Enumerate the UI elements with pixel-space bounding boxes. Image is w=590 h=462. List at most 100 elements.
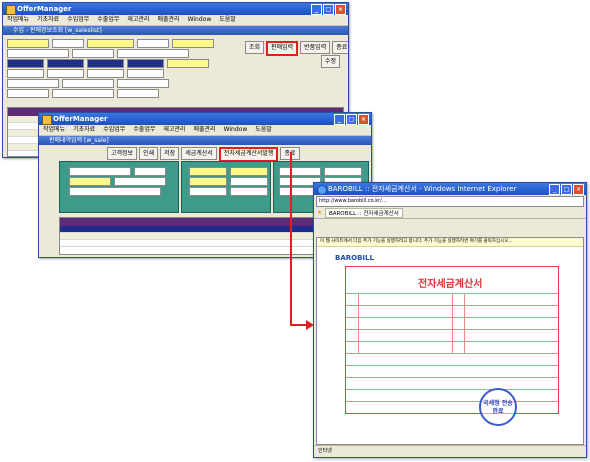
input-field[interactable] <box>127 69 164 78</box>
menu-item[interactable]: 매출관리 <box>157 15 179 25</box>
menu-item[interactable]: 수입업무 <box>103 125 125 135</box>
maximize-icon[interactable]: □ <box>346 114 357 125</box>
menu-bar: 작업메뉴 기초자료 수입업무 수출업무 재고관리 매출관리 Window 도움말 <box>3 15 348 26</box>
menu-item[interactable]: 기초자료 <box>37 15 59 25</box>
customer-info-button[interactable]: 고객정보 <box>107 147 138 160</box>
input-field[interactable] <box>172 39 214 48</box>
input-field[interactable] <box>72 49 114 58</box>
menu-item[interactable]: Window <box>188 15 212 25</box>
divider <box>346 353 558 354</box>
input-field[interactable] <box>7 69 44 78</box>
tab-barobill[interactable]: BAROBILL :: 전자세금계산서 <box>324 208 403 218</box>
input-field[interactable] <box>7 59 44 68</box>
minimize-icon[interactable]: _ <box>311 4 322 15</box>
window-title: OfferManager <box>53 115 108 123</box>
maximize-icon[interactable]: □ <box>561 184 572 195</box>
input-field[interactable] <box>117 79 169 88</box>
menu-bar: 작업메뉴 기초자료 수입업무 수출업무 재고관리 매출관리 Window 도움말 <box>39 125 371 136</box>
save-button[interactable]: 저장 <box>160 147 180 160</box>
menu-item[interactable]: 재고관리 <box>163 125 185 135</box>
menu-item[interactable]: 작업메뉴 <box>43 125 65 135</box>
barobill-logo: BAROBILL <box>335 254 374 262</box>
child-window-title: 수입 - 판매정보조회 [w_saleslist] <box>3 26 348 35</box>
menu-item[interactable]: 재고관리 <box>127 15 149 25</box>
browser-titlebar: BAROBILL :: 전자세금계산서 - Windows Internet E… <box>314 183 586 195</box>
menu-item[interactable]: 기초자료 <box>73 125 95 135</box>
divider <box>358 293 359 353</box>
app-icon <box>42 115 52 125</box>
menu-item[interactable]: 수입업무 <box>67 15 89 25</box>
input-field[interactable] <box>137 39 169 48</box>
input-field[interactable] <box>87 39 134 48</box>
input-field[interactable] <box>7 89 49 98</box>
menu-item[interactable]: 도움말 <box>219 15 236 25</box>
input-field[interactable] <box>52 39 84 48</box>
sales-input-button[interactable]: 판매입력 <box>266 41 299 56</box>
input-field[interactable] <box>134 167 166 176</box>
input-field[interactable] <box>189 177 227 186</box>
info-bar[interactable]: 이 웹 사이트에서 다음 추가 기능을 실행하려고 합니다. 추가 기능을 실행… <box>317 238 583 247</box>
close-button[interactable]: 종료 <box>332 41 348 54</box>
input-field[interactable] <box>189 187 227 196</box>
status-bar: 인터넷 <box>314 445 586 457</box>
input-field[interactable] <box>127 59 164 68</box>
input-field[interactable] <box>47 59 84 68</box>
close-icon[interactable]: × <box>358 114 369 125</box>
input-field[interactable] <box>114 177 166 186</box>
input-field[interactable] <box>324 167 362 176</box>
input-field[interactable] <box>279 167 321 176</box>
menu-item[interactable]: Window <box>224 125 248 135</box>
search-form <box>7 39 247 99</box>
close-icon[interactable]: × <box>573 184 584 195</box>
divider <box>464 293 465 353</box>
input-field[interactable] <box>62 79 114 88</box>
return-input-button[interactable]: 반품입력 <box>300 41 331 54</box>
minimize-icon[interactable]: _ <box>334 114 345 125</box>
search-button[interactable]: 조회 <box>245 41 265 54</box>
divider <box>346 401 558 402</box>
page-content: 이 웹 사이트에서 다음 추가 기능을 실행하려고 합니다. 추가 기능을 실행… <box>316 237 584 445</box>
close-icon[interactable]: × <box>335 4 346 15</box>
input-field[interactable] <box>117 89 159 98</box>
entry-form <box>69 167 166 197</box>
input-field[interactable] <box>230 167 268 176</box>
child-window-title: 판매내역입력 [w_sale] <box>39 136 371 145</box>
app-icon <box>6 5 16 15</box>
input-field[interactable] <box>230 187 268 196</box>
menu-item[interactable]: 수출업무 <box>97 15 119 25</box>
edit-button[interactable]: 수정 <box>321 55 341 68</box>
menu-item[interactable]: 작업메뉴 <box>7 15 29 25</box>
close-button[interactable]: 종료 <box>280 147 300 160</box>
browser-window: BAROBILL :: 전자세금계산서 - Windows Internet E… <box>313 182 587 458</box>
e-tax-invoice-button[interactable]: 전자세금계산서발행 <box>218 147 279 162</box>
window-title: OfferManager <box>17 5 72 13</box>
ie-icon <box>317 185 327 195</box>
input-field[interactable] <box>230 177 268 186</box>
address-bar[interactable]: http://www.barobill.co.kr/... <box>316 196 584 207</box>
input-field[interactable] <box>117 49 189 58</box>
menu-item[interactable]: 수출업무 <box>133 125 155 135</box>
input-field[interactable] <box>7 39 49 48</box>
minimize-icon[interactable]: _ <box>549 184 560 195</box>
divider <box>346 389 558 390</box>
input-field[interactable] <box>87 69 124 78</box>
tax-invoice-button[interactable]: 세금계산서 <box>181 147 217 160</box>
input-field[interactable] <box>69 187 161 196</box>
payment-form <box>189 167 268 197</box>
input-field[interactable] <box>7 79 59 88</box>
input-field[interactable] <box>69 167 131 176</box>
print-button[interactable]: 인쇄 <box>139 147 159 160</box>
input-field[interactable] <box>7 49 69 58</box>
divider <box>346 377 558 378</box>
maximize-icon[interactable]: □ <box>323 4 334 15</box>
menu-item[interactable]: 매출관리 <box>193 125 215 135</box>
input-field[interactable] <box>189 167 227 176</box>
input-field[interactable] <box>167 59 209 68</box>
menu-item[interactable]: 도움말 <box>255 125 272 135</box>
input-field[interactable] <box>69 177 111 186</box>
input-field[interactable] <box>52 89 114 98</box>
favorites-star-icon[interactable]: ★ <box>317 210 322 216</box>
nts-stamp: 국세청 전송완료 <box>479 388 517 426</box>
input-field[interactable] <box>47 69 84 78</box>
input-field[interactable] <box>87 59 124 68</box>
